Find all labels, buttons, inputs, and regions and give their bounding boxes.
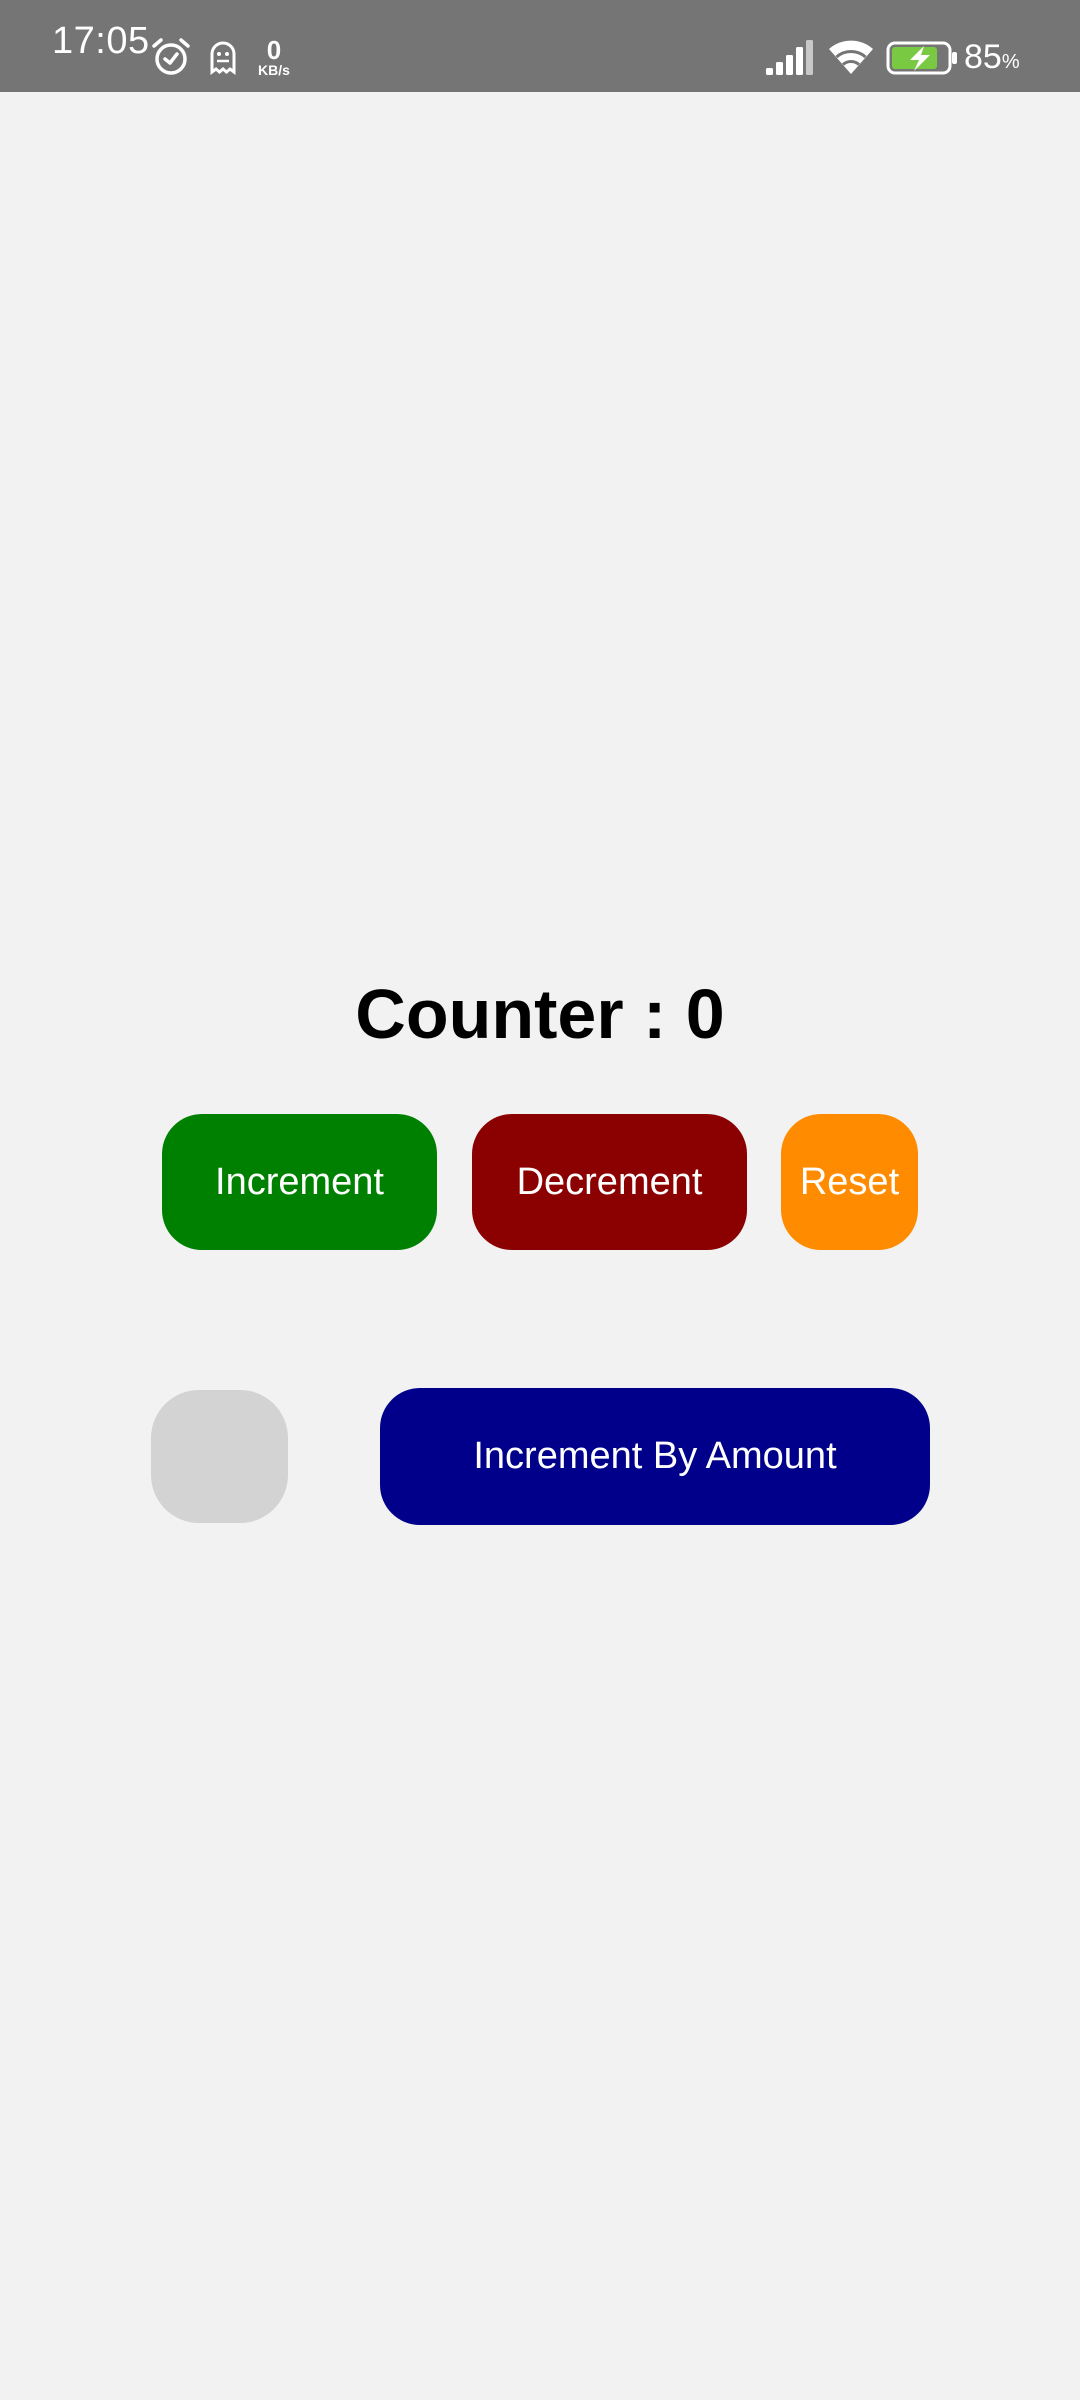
- counter-label: Counter : 0: [355, 975, 725, 1053]
- increment-by-amount-button[interactable]: Increment By Amount: [380, 1388, 930, 1525]
- battery-charging-icon: [886, 41, 957, 75]
- status-time: 17:05: [52, 20, 150, 62]
- battery-percent: 85%: [964, 40, 1020, 74]
- ghost-notification-icon: [210, 41, 236, 75]
- battery-percent-value: 85: [964, 38, 1002, 76]
- battery-percent-sign: %: [1001, 51, 1020, 73]
- network-speed-unit: KB/s: [258, 62, 290, 78]
- amount-input[interactable]: [151, 1390, 288, 1523]
- decrement-button[interactable]: Decrement: [472, 1114, 747, 1250]
- signal-icon: [766, 40, 813, 75]
- alarm-icon: [152, 38, 190, 75]
- increment-button[interactable]: Increment: [162, 1114, 437, 1250]
- network-speed-value: 0: [266, 35, 282, 65]
- reset-button[interactable]: Reset: [781, 1114, 918, 1250]
- wifi-icon: [829, 40, 873, 74]
- network-speed: 0 KB/s: [254, 35, 294, 78]
- status-bar: 17:05 0 KB/s 85%: [0, 0, 1080, 92]
